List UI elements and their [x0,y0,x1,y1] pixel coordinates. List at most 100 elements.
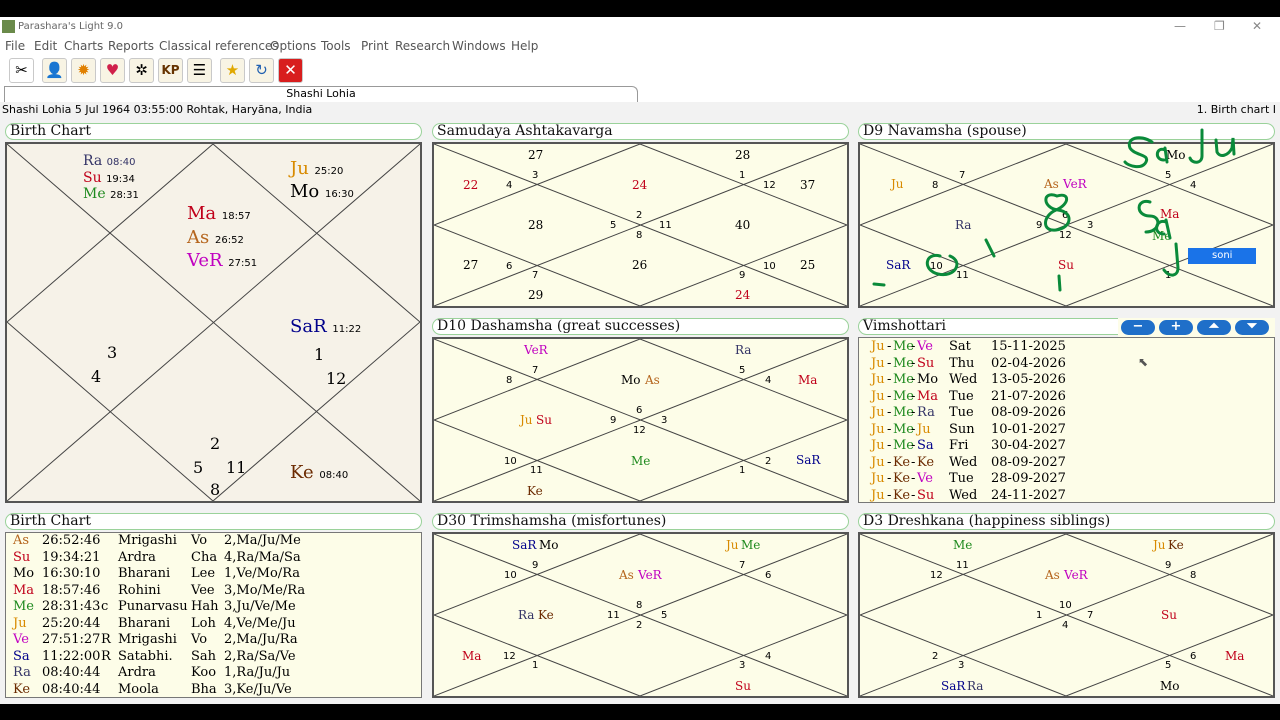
menu-windows[interactable]: Windows [452,39,506,53]
ashtakavarga-chart[interactable] [432,142,849,308]
close-icon[interactable]: ✕ [278,58,303,83]
menu-charts[interactable]: Charts [64,39,103,53]
planet-as: As [619,568,634,582]
expand-button[interactable]: + [1159,320,1193,335]
app-logo-icon [2,20,15,33]
planet-ju: Ju [1153,538,1166,552]
d3-chart[interactable] [858,532,1275,698]
house-num: 4 [506,180,513,191]
bindu-count: 22 [463,178,479,192]
planet-ju: Ju 25:20 [290,158,344,179]
house-num: 12 [503,651,516,662]
collapse-button[interactable]: − [1121,320,1155,335]
person-icon[interactable]: 👤 [42,58,67,83]
house-num: 4 [765,375,772,386]
house-num: 3 [661,415,668,426]
bindu-count: 29 [528,288,544,302]
scroll-up-button[interactable]: ⏶ [1197,320,1231,335]
house-num: 2 [636,620,643,631]
planet-ra: Ra 08:40 [83,153,136,169]
chart-selector[interactable]: 1. Birth chart I [1197,103,1276,116]
menu-tools[interactable]: Tools [321,39,351,53]
sign-num: 8 [210,480,221,499]
info-bar: Shashi Lohia 5 Jul 1964 03:55:00 Rohtak,… [0,102,1280,118]
scroll-down-button[interactable]: ⏷ [1235,320,1269,335]
planet-ke: Ke [1168,538,1184,552]
planet-ra: Ra [735,343,752,357]
bindu-count: 27 [528,148,544,162]
planet-me: Me 28:31 [83,186,139,202]
house-num: 9 [610,415,617,426]
kp-icon[interactable]: KP [158,58,183,83]
house-num: 2 [636,210,643,221]
d30-chart[interactable] [432,532,849,698]
planet-ke: Ke 08:40 [290,462,349,483]
house-num: 5 [610,220,617,231]
d3-title: D3 Dreshkana (happiness siblings) [858,513,1275,530]
planet-ke: Ke [538,608,554,622]
birth-details: Shashi Lohia 5 Jul 1964 03:55:00 Rohtak,… [2,103,313,116]
house-num: 10 [504,456,517,467]
menu-research[interactable]: Research [395,39,450,53]
sign-num: 2 [210,434,221,453]
birth-chart-title: Birth Chart [5,123,422,140]
planet-ju: Ju [520,413,533,427]
bindu-count: 28 [735,148,751,162]
planet-ma: Ma [1225,649,1245,663]
planet-su: Su [536,413,552,427]
house-num: 9 [1165,560,1172,571]
ashtakavarga-title: Samudaya Ashtakavarga [432,123,849,140]
planet-su: Su [735,679,751,693]
chart-grid [860,534,1273,696]
d10-chart[interactable] [432,337,849,503]
house-num: 9 [739,270,746,281]
minimize-icon[interactable]: — [1174,19,1186,33]
star-icon[interactable]: ★ [220,58,245,83]
planet-ve: VeR 27:51 [187,250,258,271]
house-num: 9 [532,560,539,571]
menu-print[interactable]: Print [361,39,389,53]
house-num: 7 [532,270,539,281]
house-num: 5 [661,610,668,621]
house-num: 4 [765,651,772,662]
house-num: 8 [636,230,643,241]
close-window-icon[interactable]: ✕ [1252,19,1262,33]
planet-mo: Mo [539,538,559,552]
menu-file[interactable]: File [5,39,25,53]
bindu-count: 24 [735,288,751,302]
sign-num: 4 [91,367,102,386]
notes-icon[interactable]: ☰ [187,58,212,83]
heart-icon[interactable]: ♥ [100,58,125,83]
tools-icon[interactable]: ✂ [9,58,34,83]
planet-as: As [1045,568,1060,582]
house-num: 5 [1165,660,1172,671]
vimshottari-controls: − + ⏶ ⏷ [1118,318,1275,337]
planet-su: Su [1161,608,1177,622]
house-num: 3 [958,660,965,671]
tab-shashi-lohia[interactable]: Shashi Lohia [4,86,638,102]
planet-me: Me [741,538,761,552]
window-title: Parashara's Light 9.0 [18,21,124,32]
bindu-count: 26 [632,258,648,272]
restore-icon[interactable]: ❐ [1214,19,1225,33]
house-num: 11 [956,560,969,571]
d10-title: D10 Dashamsha (great successes) [432,318,849,335]
toolbar: ✂ 👤 ✹ ♥ ✲ KP ☰ ★ ↻ ✕ [0,56,1280,86]
sign-num: 3 [107,343,118,362]
house-num: 8 [506,375,513,386]
house-num: 7 [532,365,539,376]
house-num: 11 [607,610,620,621]
menu-classical-references[interactable]: Classical references [159,39,279,53]
house-num: 2 [765,456,772,467]
menu-edit[interactable]: Edit [34,39,57,53]
house-num: 6 [636,405,643,416]
house-num: 2 [932,651,939,662]
refresh-icon[interactable]: ↻ [249,58,274,83]
house-num: 10 [1059,600,1072,611]
wheel-icon[interactable]: ✲ [129,58,154,83]
house-num: 1 [532,660,539,671]
menu-help[interactable]: Help [511,39,538,53]
sun-burst-icon[interactable]: ✹ [71,58,96,83]
menu-reports[interactable]: Reports [108,39,154,53]
menu-options[interactable]: Options [270,39,316,53]
